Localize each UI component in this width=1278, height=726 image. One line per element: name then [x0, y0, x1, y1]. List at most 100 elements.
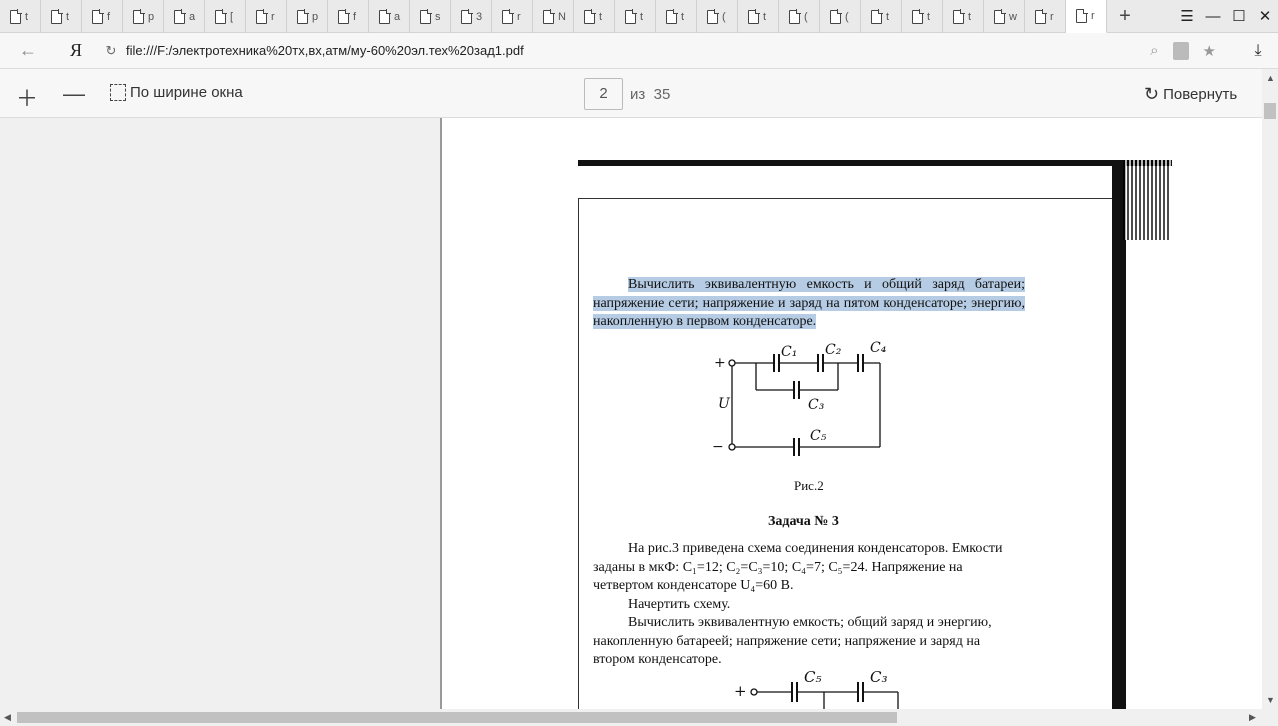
circuit-c2-label: C₂ [825, 342, 842, 358]
new-tab-button[interactable]: + [1107, 0, 1143, 32]
scroll-right-icon[interactable]: ▶ [1249, 712, 1256, 723]
url-field[interactable]: ↻ file:///F:/электротехника%20тх,вх,атм/… [96, 37, 1228, 65]
document-icon [256, 9, 268, 24]
back-button[interactable]: ← [0, 40, 56, 61]
page-total: 35 [653, 86, 671, 103]
browser-tab[interactable]: t [861, 0, 902, 33]
document-icon [174, 9, 186, 24]
browser-tab[interactable]: a [369, 0, 410, 33]
download-icon[interactable]: ⤓ [1238, 42, 1278, 60]
rotate-button[interactable]: ↻ Повернуть [1144, 84, 1237, 105]
tab-strip: t t f p a [r p f a s 3 r Nt t t (t ((t t t w r r + ☰ — ☐ ✕ [0, 0, 1278, 33]
browser-tab[interactable]: t [615, 0, 656, 33]
circuit-c5-label: C₅ [810, 428, 827, 444]
tab-title: ( [722, 10, 726, 23]
circuit-u-label: U [718, 396, 731, 412]
maximize-icon[interactable]: ☐ [1226, 0, 1252, 33]
browser-tab[interactable]: f [328, 0, 369, 33]
zoom-in-button[interactable]: ＋ [16, 81, 38, 113]
browser-tab[interactable]: 3 [451, 0, 492, 33]
vertical-scroll-thumb[interactable] [1264, 103, 1276, 119]
circuit-plus-label: + [714, 355, 726, 371]
tab-title: t [968, 10, 972, 23]
zoom-search-icon[interactable]: ⌕ [1150, 42, 1158, 59]
document-icon [420, 9, 432, 24]
tab-title: t [886, 10, 890, 23]
tab-title: t [25, 10, 29, 23]
close-icon[interactable]: ✕ [1252, 0, 1278, 33]
browser-tab[interactable]: f [82, 0, 123, 33]
browser-tab[interactable]: r [492, 0, 533, 33]
tab-title: t [66, 10, 70, 23]
tab-title: r [1091, 10, 1095, 22]
paragraph-task2: Вычислить эквивалентную емкость и общий … [593, 276, 1025, 332]
document-icon [994, 9, 1006, 24]
document-icon [51, 9, 63, 24]
browser-tab[interactable]: t [738, 0, 779, 33]
fit-width-icon [110, 84, 126, 101]
fit-width-label: По ширине окна [130, 84, 243, 101]
document-icon [215, 9, 227, 24]
browser-tab[interactable]: r [1066, 0, 1107, 33]
browser-tab[interactable]: r [246, 0, 287, 33]
browser-tab[interactable]: t [943, 0, 984, 33]
tab-title: [ [230, 10, 234, 23]
horizontal-scrollbar[interactable]: ◀ ▶ [0, 709, 1278, 726]
scroll-up-icon[interactable]: ▲ [1266, 73, 1275, 83]
url-text[interactable]: file:///F:/электротехника%20тх,вх,атм/му… [126, 43, 524, 58]
browser-tab[interactable]: t [574, 0, 615, 33]
document-icon [1076, 8, 1088, 23]
document-icon [379, 9, 391, 24]
document-icon [1035, 9, 1047, 24]
browser-tab[interactable]: ( [779, 0, 820, 33]
tab-title: ( [845, 10, 849, 23]
browser-tab[interactable]: ( [697, 0, 738, 33]
selected-text[interactable]: Вычислить эквивалентную емкость и общий … [593, 277, 1025, 329]
document-icon [707, 9, 719, 24]
scan-noise [1123, 160, 1171, 240]
tab-title: t [927, 10, 931, 23]
document-icon [10, 9, 22, 24]
menu-icon[interactable]: ☰ [1174, 0, 1200, 33]
tab-title: t [599, 10, 603, 23]
browser-tab[interactable]: N [533, 0, 574, 33]
reload-icon[interactable]: ↻ [96, 43, 126, 59]
circuit-diagram-fig3: + C₅ C₃ [734, 668, 899, 709]
browser-tab[interactable]: t [656, 0, 697, 33]
bookmark-star-icon[interactable]: ★ [1203, 42, 1216, 60]
horizontal-scroll-thumb[interactable] [17, 712, 897, 723]
circuit-c1-label: C₁ [781, 344, 797, 360]
browser-tab[interactable]: [ [205, 0, 246, 33]
browser-tab[interactable]: p [123, 0, 164, 33]
page-number-input[interactable]: 2 [584, 78, 623, 110]
zoom-out-button[interactable]: — [63, 81, 85, 107]
browser-tab[interactable]: ( [820, 0, 861, 33]
browser-tab[interactable]: s [410, 0, 451, 33]
tab-title: f [107, 10, 111, 23]
browser-tab[interactable]: t [902, 0, 943, 33]
document-icon [912, 9, 924, 24]
scroll-left-icon[interactable]: ◀ [4, 712, 11, 723]
pdf-viewer[interactable]: Вычислить эквивалентную емкость и общий … [0, 118, 1262, 709]
browser-tab[interactable]: t [41, 0, 82, 33]
browser-tab[interactable]: w [984, 0, 1025, 33]
circuit-diagram-fig2: + − U C₁ C₂ C₄ C₃ C₅ [712, 340, 887, 456]
browser-tab[interactable]: r [1025, 0, 1066, 33]
document-icon [748, 9, 760, 24]
vertical-scrollbar[interactable]: ▲ ▼ [1262, 69, 1278, 709]
reader-mode-icon[interactable] [1172, 41, 1189, 60]
browser-tab[interactable]: a [164, 0, 205, 33]
browser-tab[interactable]: t [0, 0, 41, 33]
tab-title: N [558, 10, 566, 23]
circuit-c3-label: C₃ [808, 397, 825, 413]
fit-width-button[interactable]: По ширине окна [110, 84, 243, 101]
tab-title: r [517, 10, 521, 23]
minimize-icon[interactable]: — [1200, 0, 1226, 33]
browser-tab[interactable]: p [287, 0, 328, 33]
scroll-down-icon[interactable]: ▼ [1266, 695, 1275, 705]
rotate-label: Повернуть [1163, 86, 1238, 103]
tab-title: a [189, 10, 196, 23]
tab-title: r [1050, 10, 1054, 23]
yandex-logo[interactable]: Я [56, 40, 96, 61]
page-of-label: из [630, 86, 646, 103]
